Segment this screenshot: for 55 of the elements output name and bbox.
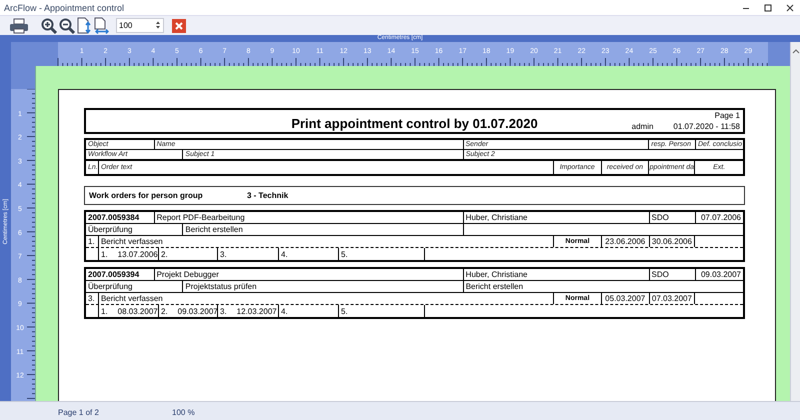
table-cell-text: 07.07.2006 bbox=[700, 212, 742, 223]
reminder-number: 1. bbox=[101, 306, 108, 316]
reminder-date: 08.03.2007 bbox=[118, 306, 158, 316]
table-cell: 1. bbox=[86, 236, 99, 247]
table-cell: Bericht erstellen bbox=[183, 224, 464, 235]
report-title: Print appointment control by 01.07.2020 bbox=[291, 115, 538, 131]
timestamp: 01.07.2020 - 11:58 bbox=[673, 122, 740, 131]
table-cell: Überprüfung bbox=[86, 224, 184, 235]
reminder-date: 12.03.2007 bbox=[236, 306, 277, 316]
page-vertical-arrows-icon[interactable] bbox=[77, 17, 92, 34]
table-cell: Bericht verfassen bbox=[98, 293, 554, 304]
table-cell: 05.03.2007 bbox=[602, 293, 650, 304]
reminder-number: 5. bbox=[341, 306, 348, 316]
user-name: admin bbox=[632, 122, 654, 131]
reminder-number: 4. bbox=[281, 250, 288, 258]
reminder-number: 5. bbox=[341, 250, 348, 258]
group-value: 3 - Technik bbox=[247, 191, 288, 200]
reminder-date: 13.07.2006 bbox=[118, 250, 158, 258]
printer-icon[interactable] bbox=[9, 18, 29, 34]
page-indicator: Page 1 of 2 bbox=[58, 408, 100, 416]
window-title: ArcFlow - Appointment control bbox=[3, 2, 124, 12]
table-cell: Huber, Christiane bbox=[464, 269, 650, 280]
reminder-date: 09.03.2007 bbox=[178, 306, 218, 316]
group-label: Work orders for person group bbox=[89, 191, 204, 200]
table-cell-text: Bericht erstellen bbox=[464, 281, 524, 292]
table-cell: 30.06.2006 bbox=[650, 236, 696, 247]
table-cell: Projektstatus prüfen bbox=[183, 281, 464, 292]
table-cell: SDO bbox=[650, 269, 696, 280]
reminder-number: 2. bbox=[161, 306, 168, 316]
table-cell: Huber, Christiane bbox=[464, 212, 650, 223]
table-cell: Projekt Debugger bbox=[154, 269, 464, 280]
table-cell: Bericht verfassen bbox=[98, 236, 554, 247]
spinner-icon[interactable] bbox=[155, 20, 161, 30]
table-cell: 3. bbox=[86, 293, 99, 304]
reminder-number: 3. bbox=[220, 306, 227, 316]
page-number: Page 1 bbox=[714, 111, 740, 120]
maximize-icon[interactable] bbox=[764, 4, 772, 12]
zoom-level: 100 % bbox=[172, 408, 195, 416]
table-cell: 23.06.2006 bbox=[602, 236, 650, 247]
page-horizontal-arrows-icon[interactable] bbox=[94, 17, 109, 34]
close-icon[interactable] bbox=[786, 4, 794, 12]
reminder-number: 1. bbox=[101, 250, 108, 258]
reminder-number: 4. bbox=[281, 306, 288, 316]
reminder-number: 3. bbox=[220, 250, 227, 258]
zoom-out-icon[interactable] bbox=[59, 18, 75, 34]
table-cell: 2007.0059384 bbox=[86, 212, 155, 223]
zoom-in-icon[interactable] bbox=[41, 18, 57, 34]
table-cell-text: 09.03.2007 bbox=[700, 269, 742, 280]
table-cell: 07.03.2007 bbox=[650, 293, 696, 304]
table-cell: SDO bbox=[650, 212, 696, 223]
reminder-number: 2. bbox=[161, 250, 168, 258]
zoom-field[interactable]: 100 bbox=[116, 18, 164, 33]
table-cell: 2007.0059394 bbox=[86, 269, 155, 280]
table-cell: Überprüfung bbox=[86, 281, 184, 292]
table-cell: Report PDF-Bearbeitung bbox=[154, 212, 464, 223]
